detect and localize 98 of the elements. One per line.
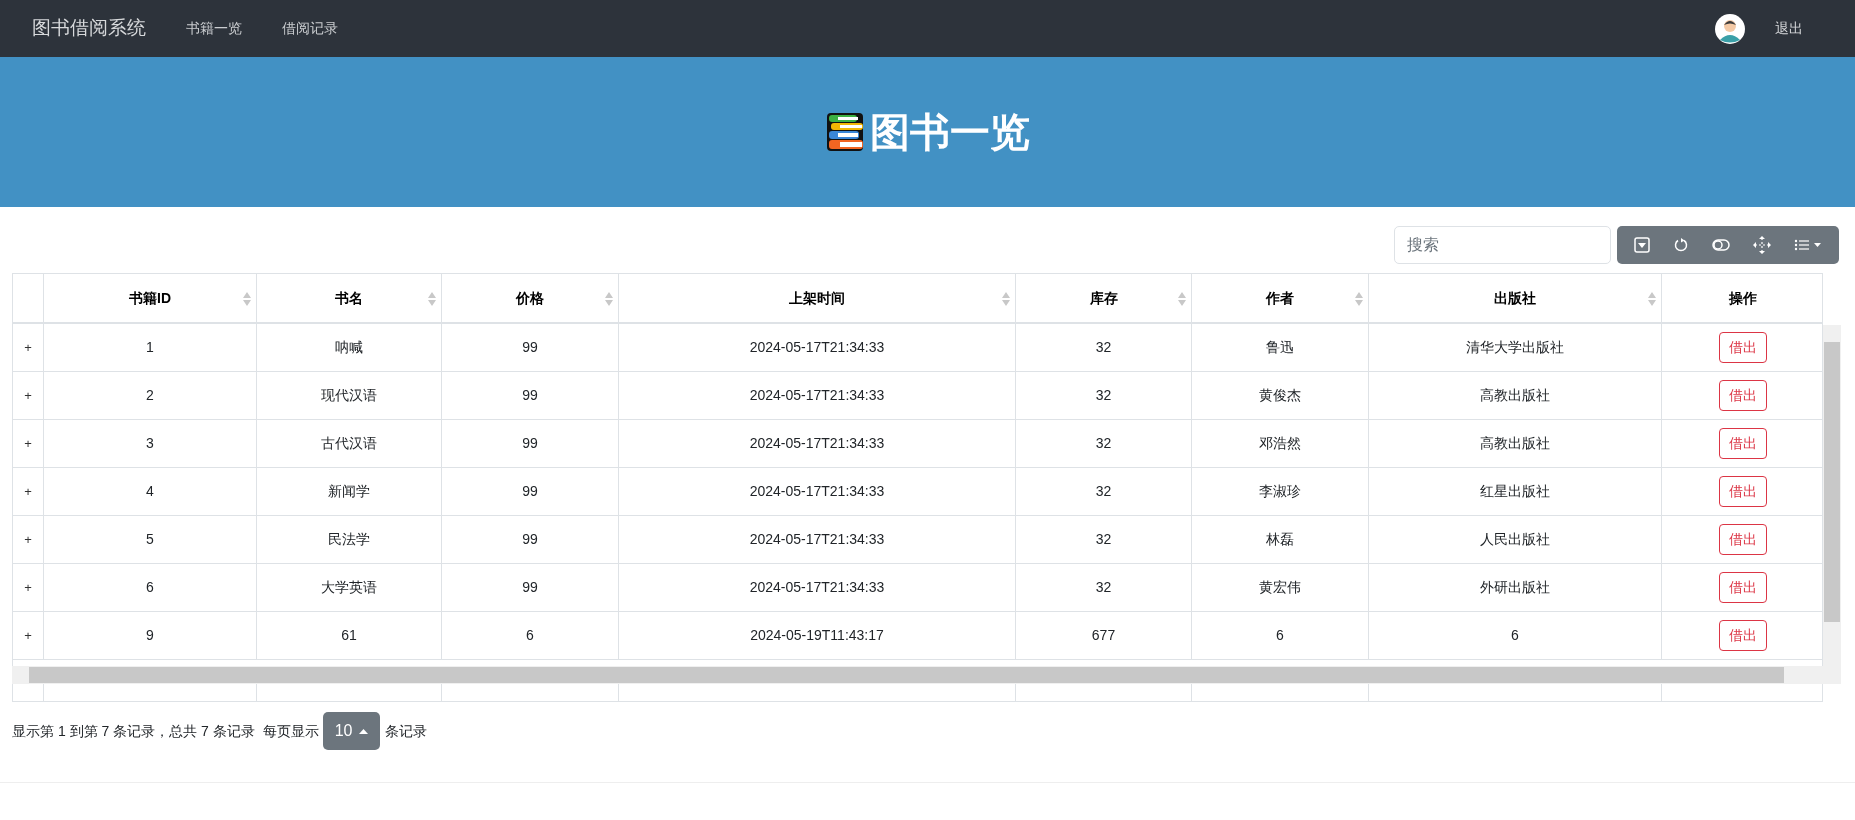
page-title: 图书一览 <box>869 109 1030 156</box>
search-field[interactable]: 搜索 <box>1394 226 1611 264</box>
table-cell-text: 9 <box>146 626 154 645</box>
lend-button[interactable]: 借出 <box>1718 620 1767 651</box>
table-cell-text: 6 <box>526 626 534 645</box>
expand-toggle[interactable]: + <box>24 577 32 598</box>
logout-link[interactable]: 退出 <box>1775 18 1803 39</box>
table-cell-text: 32 <box>1095 434 1112 453</box>
table-cell-text: 红星出版社 <box>1480 482 1550 501</box>
expand-toggle[interactable]: + <box>24 481 32 502</box>
table-cell-text: 2024-05-19T11:43:17 <box>750 626 884 645</box>
column-header[interactable]: 价格 <box>516 287 544 309</box>
nav-link[interactable]: 借阅记录 <box>282 18 338 39</box>
column-header: 操作 <box>1728 288 1757 308</box>
table-cell-text: 99 <box>522 434 538 453</box>
sort-icon[interactable] <box>605 292 613 306</box>
table-cell-text: 32 <box>1095 530 1112 549</box>
lend-button[interactable]: 借出 <box>1718 428 1767 459</box>
table-cell-text: 李淑珍 <box>1259 482 1301 501</box>
table-cell-text: 邓浩然 <box>1259 434 1301 453</box>
expand-toggle[interactable]: + <box>24 385 32 406</box>
table-cell-text: 鲁迅 <box>1266 338 1294 357</box>
sort-icon[interactable] <box>1648 292 1656 306</box>
avatar-icon[interactable] <box>1715 13 1745 44</box>
lend-button[interactable]: 借出 <box>1718 524 1767 555</box>
sort-icon[interactable] <box>1355 292 1363 306</box>
table-cell-text: 清华大学出版社 <box>1466 338 1564 357</box>
refresh-icon[interactable] <box>1673 237 1690 253</box>
table-cell-text: 黄俊杰 <box>1259 386 1301 405</box>
column-header[interactable]: 库存 <box>1089 287 1118 309</box>
table-cell-text: 2024-05-17T21:34:33 <box>749 482 885 501</box>
table-cell-text: 2024-05-17T21:34:33 <box>749 386 885 405</box>
table-cell-text: 4 <box>146 482 154 501</box>
table-cell-text: 99 <box>522 578 538 597</box>
column-header[interactable]: 书籍ID <box>129 287 171 309</box>
brand-title[interactable]: 图书借阅系统 <box>32 14 146 43</box>
table-cell-text: 99 <box>522 386 538 405</box>
table-cell-text: 2024-05-17T21:34:33 <box>749 530 885 549</box>
lend-button[interactable]: 借出 <box>1718 380 1767 411</box>
sort-icon[interactable] <box>243 292 251 306</box>
columns-menu-icon[interactable] <box>1793 238 1822 252</box>
column-header[interactable]: 书名 <box>335 287 363 309</box>
table-cell-text: 新闻学 <box>328 482 370 501</box>
table-cell-text: 6 <box>146 578 154 597</box>
table-cell-text: 677 <box>1091 626 1116 645</box>
move-arrows-icon[interactable] <box>1752 236 1771 254</box>
table-cell-text: 黄宏伟 <box>1259 578 1301 597</box>
dropdown-icon[interactable] <box>1634 237 1651 253</box>
lend-button[interactable]: 借出 <box>1718 476 1767 507</box>
books-icon <box>825 112 866 152</box>
table-cell-text: 高教出版社 <box>1480 434 1550 453</box>
lend-button[interactable]: 借出 <box>1718 572 1767 603</box>
per-page-label: 每页显示 <box>262 721 319 741</box>
table-cell-text: 99 <box>522 338 538 357</box>
expand-toggle[interactable]: + <box>24 433 32 454</box>
sort-icon[interactable] <box>1178 292 1186 306</box>
table-cell-text: 6 <box>1511 626 1519 645</box>
table-cell-text: 呐喊 <box>335 338 363 357</box>
lend-button[interactable]: 借出 <box>1718 332 1767 363</box>
table-cell-text: 古代汉语 <box>321 434 377 453</box>
table-cell-text: 6 <box>1276 626 1284 645</box>
pagination-summary: 显示第 1 到第 7 条记录，总共 7 条记录 <box>12 721 255 741</box>
column-header[interactable]: 出版社 <box>1494 287 1536 309</box>
table-cell-text: 人民出版社 <box>1480 530 1550 549</box>
table-cell-text: 61 <box>341 626 357 645</box>
table-cell-text: 1 <box>146 338 154 357</box>
table-cell-text: 2024-05-17T21:34:33 <box>749 434 885 453</box>
expand-toggle[interactable]: + <box>24 625 32 646</box>
per-page-suffix: 条记录 <box>384 721 427 741</box>
caret-icon <box>358 728 368 734</box>
table-cell-text: 现代汉语 <box>321 386 377 405</box>
table-cell-text: 99 <box>522 530 538 549</box>
table-cell-text: 2024-05-17T21:34:33 <box>749 578 885 597</box>
expand-toggle[interactable]: + <box>24 529 32 550</box>
table-cell-text: 大学英语 <box>321 578 377 597</box>
scrollbar-thumb[interactable] <box>1824 342 1840 622</box>
table-cell-text: 99 <box>522 482 538 501</box>
column-header[interactable]: 作者 <box>1266 287 1294 309</box>
sort-icon[interactable] <box>1002 292 1010 306</box>
expand-toggle[interactable]: + <box>24 337 32 358</box>
table-cell-text: 2 <box>146 386 154 405</box>
table-cell-text: 2024-05-17T21:34:33 <box>749 338 885 357</box>
vertical-scrollbar[interactable] <box>1823 325 1841 666</box>
sort-icon[interactable] <box>428 292 436 306</box>
table-cell-text: 32 <box>1095 578 1112 597</box>
column-header[interactable]: 上架时间 <box>789 287 845 309</box>
table-cell-text: 高教出版社 <box>1480 386 1550 405</box>
table-cell-text: 林磊 <box>1266 530 1294 549</box>
table-cell-text: 3 <box>146 434 154 453</box>
toggle-icon[interactable] <box>1712 239 1730 251</box>
nav-link[interactable]: 书籍一览 <box>186 18 242 39</box>
table-cell-text: 5 <box>146 530 154 549</box>
table-cell-text: 民法学 <box>328 530 370 549</box>
table-cell-text: 32 <box>1095 338 1112 357</box>
table-cell-text: 32 <box>1095 386 1112 405</box>
page-size-dropdown[interactable]: 10 <box>322 712 380 750</box>
table-cell-text: 外研出版社 <box>1480 578 1550 597</box>
table-cell-text: 32 <box>1095 482 1112 501</box>
